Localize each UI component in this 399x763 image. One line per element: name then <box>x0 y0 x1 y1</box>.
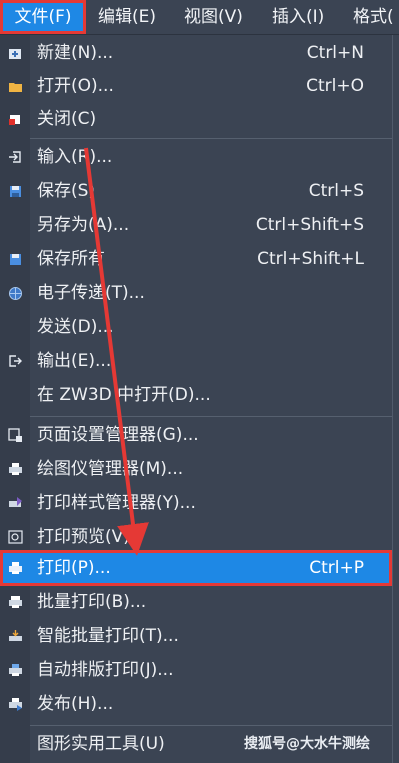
watermark: 搜狐号@大水牛测绘 <box>244 736 370 752</box>
menu-item-label: 输出(E)... <box>37 351 112 371</box>
menu-item-label: 绘图仪管理器(M)... <box>37 459 184 479</box>
menu-item-save[interactable]: 保存(S) Ctrl+S <box>0 175 392 208</box>
menu-edit[interactable]: 编辑(E) <box>98 0 156 34</box>
menu-item-shortcut: Ctrl+N <box>306 43 364 63</box>
menu-item-label: 发送(D)... <box>37 317 114 337</box>
menu-item-label: 打印样式管理器(Y)... <box>37 493 196 513</box>
menu-item-label: 批量打印(B)... <box>37 592 147 612</box>
menu-item-save-as[interactable]: 另存为(A)... Ctrl+Shift+S <box>0 209 392 242</box>
menu-item-smart-batch-print[interactable]: 智能批量打印(T)... <box>0 620 392 653</box>
menu-item-page-setup[interactable]: 页面设置管理器(G)... <box>0 419 392 452</box>
new-file-icon <box>7 45 23 61</box>
menu-item-batch-print[interactable]: 批量打印(B)... <box>0 586 392 619</box>
menu-item-export[interactable]: 输出(E)... <box>0 345 392 378</box>
export-icon <box>7 353 23 369</box>
import-icon <box>7 149 23 165</box>
plot-style-icon <box>7 495 23 511</box>
menu-item-new[interactable]: 新建(N)... Ctrl+N <box>0 37 392 70</box>
save-icon <box>7 183 23 199</box>
file-dropdown-menu: 新建(N)... Ctrl+N 打开(O)... Ctrl+O 关闭(C) 输入… <box>0 35 393 763</box>
menu-item-shortcut: Ctrl+O <box>306 76 364 96</box>
menu-item-publish[interactable]: 发布(H)... <box>0 688 392 721</box>
printer-icon <box>7 560 23 576</box>
menu-item-shortcut: Ctrl+P <box>309 558 364 578</box>
publish-icon <box>7 696 23 712</box>
menu-item-open-in-zw3d[interactable]: 在 ZW3D 中打开(D)... <box>0 379 392 412</box>
menu-item-save-all[interactable]: 保存所有 Ctrl+Shift+L <box>0 243 392 276</box>
menu-item-label: 保存所有 <box>37 249 105 269</box>
menu-item-shortcut: Ctrl+S <box>308 181 364 201</box>
menu-item-shortcut: Ctrl+Shift+S <box>255 215 364 235</box>
menu-separator <box>30 416 392 417</box>
menu-item-import[interactable]: 输入(R)... <box>0 141 392 174</box>
menu-item-auto-layout-print[interactable]: 自动排版打印(J)... <box>0 654 392 687</box>
menu-item-etransmit[interactable]: 电子传递(T)... <box>0 277 392 310</box>
menu-item-label: 在 ZW3D 中打开(D)... <box>37 385 211 405</box>
menu-file[interactable]: 文件(F) <box>0 0 86 34</box>
menu-item-plotter-manager[interactable]: 绘图仪管理器(M)... <box>0 453 392 486</box>
menu-item-label: 新建(N)... <box>37 43 114 63</box>
menu-view[interactable]: 视图(V) <box>184 0 243 34</box>
menu-item-label: 关闭(C) <box>37 109 97 129</box>
menu-item-plot-style-manager[interactable]: 打印样式管理器(Y)... <box>0 487 392 520</box>
menu-item-send[interactable]: 发送(D)... <box>0 311 392 344</box>
print-preview-icon <box>7 529 23 545</box>
menu-item-label: 另存为(A)... <box>37 215 130 235</box>
menu-separator <box>30 138 392 139</box>
menu-item-label: 自动排版打印(J)... <box>37 660 174 680</box>
menu-format[interactable]: 格式( <box>353 0 394 34</box>
menu-item-label: 发布(H)... <box>37 694 114 714</box>
batch-print-icon <box>7 594 23 610</box>
menu-item-close[interactable]: 关闭(C) <box>0 103 392 136</box>
menu-item-print[interactable]: 打印(P)... Ctrl+P <box>0 550 392 586</box>
save-all-icon <box>7 251 23 267</box>
auto-layout-print-icon <box>7 662 23 678</box>
menu-bar: 文件(F) 编辑(E) 视图(V) 插入(I) 格式( <box>0 0 399 35</box>
menu-item-label: 页面设置管理器(G)... <box>37 425 199 445</box>
plotter-icon <box>7 461 23 477</box>
menu-item-open[interactable]: 打开(O)... Ctrl+O <box>0 70 392 103</box>
page-setup-icon <box>7 427 23 443</box>
menu-item-label: 打印(P)... <box>37 558 111 578</box>
globe-icon <box>7 285 23 301</box>
menu-item-shortcut: Ctrl+Shift+L <box>257 249 364 269</box>
folder-icon <box>7 78 23 94</box>
close-file-icon <box>7 111 23 127</box>
menu-item-label: 保存(S) <box>37 181 96 201</box>
menu-separator <box>30 725 392 726</box>
menu-item-label: 电子传递(T)... <box>37 283 145 303</box>
menu-item-label: 智能批量打印(T)... <box>37 626 179 646</box>
menu-item-label: 打开(O)... <box>37 76 114 96</box>
menu-item-label: 输入(R)... <box>37 147 113 167</box>
smart-batch-print-icon <box>7 628 23 644</box>
menu-insert[interactable]: 插入(I) <box>272 0 324 34</box>
menu-item-label: 图形实用工具(U) <box>37 734 165 754</box>
